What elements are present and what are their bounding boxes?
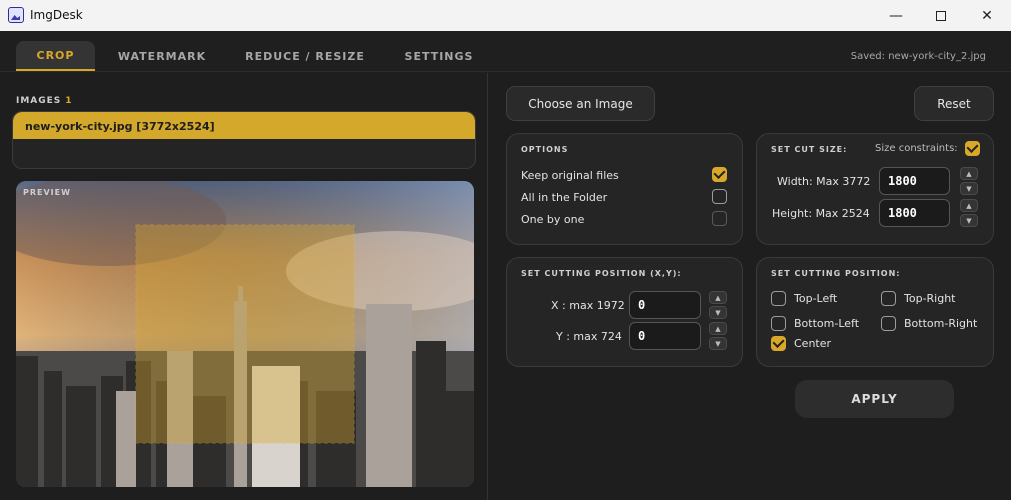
x-decrement-button[interactable]: ▼ xyxy=(709,306,727,319)
images-count: 1 xyxy=(65,96,73,106)
keep-original-checkbox[interactable] xyxy=(712,167,727,182)
top-right-checkbox[interactable] xyxy=(881,291,896,306)
size-constraints-checkbox[interactable] xyxy=(965,141,980,156)
top-left-label: Top-Left xyxy=(794,292,838,305)
bottom-right-checkbox[interactable] xyxy=(881,316,896,331)
all-in-folder-checkbox[interactable] xyxy=(712,189,727,204)
minimize-icon: — xyxy=(889,7,903,24)
width-label: Width: Max 3772 xyxy=(777,175,871,188)
x-label: X : max 1972 xyxy=(551,299,625,312)
top-left-checkbox[interactable] xyxy=(771,291,786,306)
x-input[interactable]: 0 xyxy=(629,291,701,319)
center-checkbox[interactable] xyxy=(771,336,786,351)
left-pane: IMAGES 1 new-york-city.jpg [3772x2524] P… xyxy=(0,73,488,500)
y-label: Y : max 724 xyxy=(556,330,622,343)
list-item[interactable]: new-york-city.jpg [3772x2524] xyxy=(13,112,475,139)
y-decrement-button[interactable]: ▼ xyxy=(709,337,727,350)
bottom-right-label: Bottom-Right xyxy=(904,317,978,330)
height-increment-button[interactable]: ▲ xyxy=(960,199,978,212)
x-increment-button[interactable]: ▲ xyxy=(709,291,727,304)
bottom-left-label: Bottom-Left xyxy=(794,317,860,330)
option-keep-original-label: Keep original files xyxy=(521,169,619,182)
crop-selection[interactable] xyxy=(135,224,355,444)
images-header: IMAGES 1 xyxy=(16,88,73,107)
images-label: IMAGES xyxy=(16,96,62,106)
cut-size-card: SET CUT SIZE: Size constraints: Width: M… xyxy=(756,133,994,245)
preview-image xyxy=(16,181,474,487)
cut-size-title: SET CUT SIZE: xyxy=(771,145,848,154)
window-title: ImgDesk xyxy=(30,8,83,22)
tab-crop[interactable]: CROP xyxy=(16,41,95,71)
y-increment-button[interactable]: ▲ xyxy=(709,322,727,335)
cut-position-title: SET CUTTING POSITION: xyxy=(771,269,901,278)
cut-position-xy-card: SET CUTTING POSITION (X,Y): X : max 1972… xyxy=(506,257,743,367)
center-label: Center xyxy=(794,337,832,350)
app-icon xyxy=(8,7,24,23)
width-decrement-button[interactable]: ▼ xyxy=(960,182,978,195)
maximize-button[interactable] xyxy=(918,0,964,31)
title-bar: ImgDesk — ✕ xyxy=(0,0,1011,31)
right-pane: Choose an Image Reset OPTIONS Keep origi… xyxy=(489,73,1011,500)
preview-label: PREVIEW xyxy=(23,188,71,197)
size-constraints-label: Size constraints: xyxy=(875,143,958,154)
tab-reduce-resize[interactable]: REDUCE / RESIZE xyxy=(238,41,372,71)
tab-settings[interactable]: SETTINGS xyxy=(396,41,482,71)
options-title: OPTIONS xyxy=(521,145,569,154)
close-button[interactable]: ✕ xyxy=(964,0,1010,31)
preview-panel[interactable]: PREVIEW xyxy=(16,181,474,487)
choose-image-button[interactable]: Choose an Image xyxy=(506,86,655,121)
width-input[interactable]: 1800 xyxy=(879,167,950,195)
bottom-left-checkbox[interactable] xyxy=(771,316,786,331)
width-increment-button[interactable]: ▲ xyxy=(960,167,978,180)
one-by-one-checkbox[interactable] xyxy=(712,211,727,226)
saved-status: Saved: new-york-city_2.jpg xyxy=(850,51,986,62)
height-decrement-button[interactable]: ▼ xyxy=(960,214,978,227)
image-list[interactable]: new-york-city.jpg [3772x2524] xyxy=(12,111,476,169)
height-label: Height: Max 2524 xyxy=(772,207,870,220)
height-input[interactable]: 1800 xyxy=(879,199,950,227)
close-icon: ✕ xyxy=(981,7,993,24)
reset-button[interactable]: Reset xyxy=(914,86,994,121)
option-all-folder-label: All in the Folder xyxy=(521,191,608,204)
tab-watermark[interactable]: WATERMARK xyxy=(110,41,214,71)
top-right-label: Top-Right xyxy=(904,292,956,305)
cut-position-xy-title: SET CUTTING POSITION (X,Y): xyxy=(521,269,682,278)
minimize-button[interactable]: — xyxy=(873,0,919,31)
option-one-by-one-label: One by one xyxy=(521,213,585,226)
maximize-icon xyxy=(936,10,946,21)
cut-position-card: SET CUTTING POSITION: Top-Left Top-Right… xyxy=(756,257,994,367)
y-input[interactable]: 0 xyxy=(629,322,701,350)
options-card: OPTIONS Keep original files All in the F… xyxy=(506,133,743,245)
apply-button[interactable]: APPLY xyxy=(795,380,954,418)
